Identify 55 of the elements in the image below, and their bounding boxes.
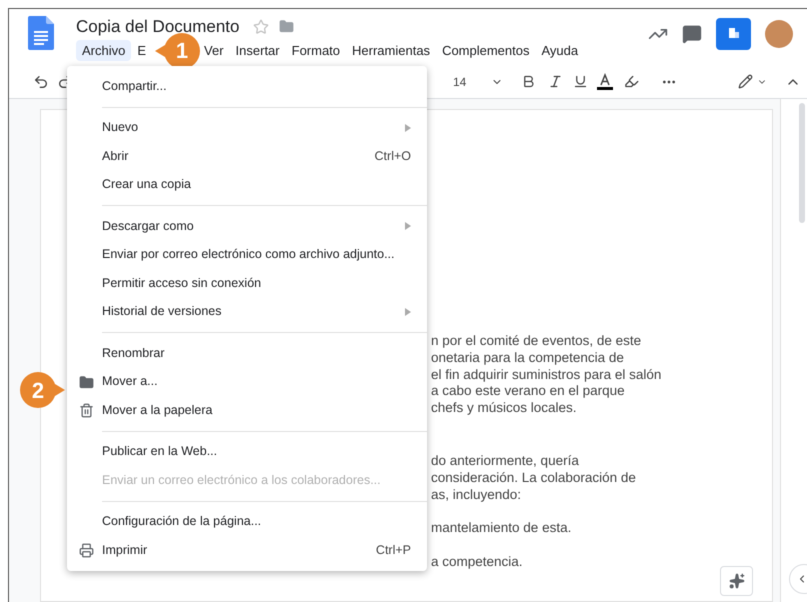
folder-icon xyxy=(79,374,94,390)
menu-item[interactable]: Descargar como xyxy=(67,212,427,240)
folder-icon[interactable] xyxy=(279,19,294,34)
menu-item[interactable]: Historial de versiones xyxy=(67,298,427,326)
menu-item[interactable]: Configuración de la página... xyxy=(67,508,427,536)
printer-icon xyxy=(79,543,94,558)
body-text-line: onetaria para la competencia de xyxy=(431,350,625,367)
menu-item[interactable]: Herramientas xyxy=(346,40,436,61)
menu-item[interactable]: Formato xyxy=(286,40,346,61)
building-icon xyxy=(726,27,740,41)
menu-item[interactable]: Abrir Ctrl+O xyxy=(67,142,427,170)
trash-icon xyxy=(79,403,94,418)
menu-item[interactable]: Complementos xyxy=(436,40,536,61)
body-text-line: mantelamiento de esta. xyxy=(431,520,572,538)
menu-item[interactable]: Insertar xyxy=(230,40,286,61)
body-text-line: n por el comité de eventos, de este xyxy=(431,333,642,350)
menu-item[interactable]: Renombrar xyxy=(67,339,427,368)
star-icon[interactable] xyxy=(253,18,270,35)
shortcut-label: Ctrl+O xyxy=(374,148,411,165)
menu-item[interactable]: Permitir acceso sin conexión xyxy=(67,269,427,298)
document-logo-icon[interactable] xyxy=(28,16,54,50)
scrollbar-thumb[interactable] xyxy=(799,103,805,223)
menu-item[interactable]: Enviar por correo electrónico como archivo adjunto... xyxy=(67,240,427,269)
menu-item[interactable]: Ayuda xyxy=(536,40,584,61)
menu-item[interactable]: Crear una copia xyxy=(67,170,427,199)
comment-icon[interactable] xyxy=(682,24,702,44)
font-size-field[interactable]: 14 xyxy=(453,72,483,90)
shortcut-label: Ctrl+P xyxy=(376,542,411,559)
text-color-icon[interactable] xyxy=(596,72,614,90)
highlighter-icon[interactable] xyxy=(624,74,639,89)
pencil-icon[interactable] xyxy=(738,74,753,89)
menu-item[interactable]: Archivo xyxy=(76,40,132,61)
menu-item[interactable]: E xyxy=(131,40,152,61)
body-text-line: chefs y músicos locales. xyxy=(431,400,578,417)
italic-icon[interactable] xyxy=(548,74,563,89)
menu-item[interactable]: Imprimir Ctrl+P xyxy=(67,536,427,564)
body-text-line: a cabo este verano en el parque xyxy=(431,383,626,400)
underline-icon[interactable] xyxy=(573,74,588,89)
share-button[interactable] xyxy=(716,18,751,50)
menu-item[interactable]: Ver xyxy=(198,40,230,61)
explore-button[interactable] xyxy=(720,566,753,596)
menu-item[interactable]: Publicar en la Web... xyxy=(67,438,427,466)
menu-item[interactable]: Compartir... xyxy=(67,72,427,100)
avatar[interactable] xyxy=(765,20,793,48)
menu-item[interactable]: Mover a... xyxy=(67,368,427,396)
body-text-line: el fin adquirir suministros para el salón xyxy=(431,366,662,384)
body-text-line: a competencia. xyxy=(431,554,524,571)
menu-item[interactable]: Nuevo xyxy=(67,114,427,142)
body-text-line: consideración. La colaboración de xyxy=(431,470,637,487)
body-text-line: as, incluyendo: xyxy=(431,486,522,504)
body-text-line: do anteriormente, quería xyxy=(431,452,580,470)
undo-icon[interactable] xyxy=(33,74,49,90)
explore-icon xyxy=(728,573,744,589)
bold-icon[interactable] xyxy=(521,74,536,89)
menu-item[interactable]: Mover a la papelera xyxy=(67,396,427,424)
